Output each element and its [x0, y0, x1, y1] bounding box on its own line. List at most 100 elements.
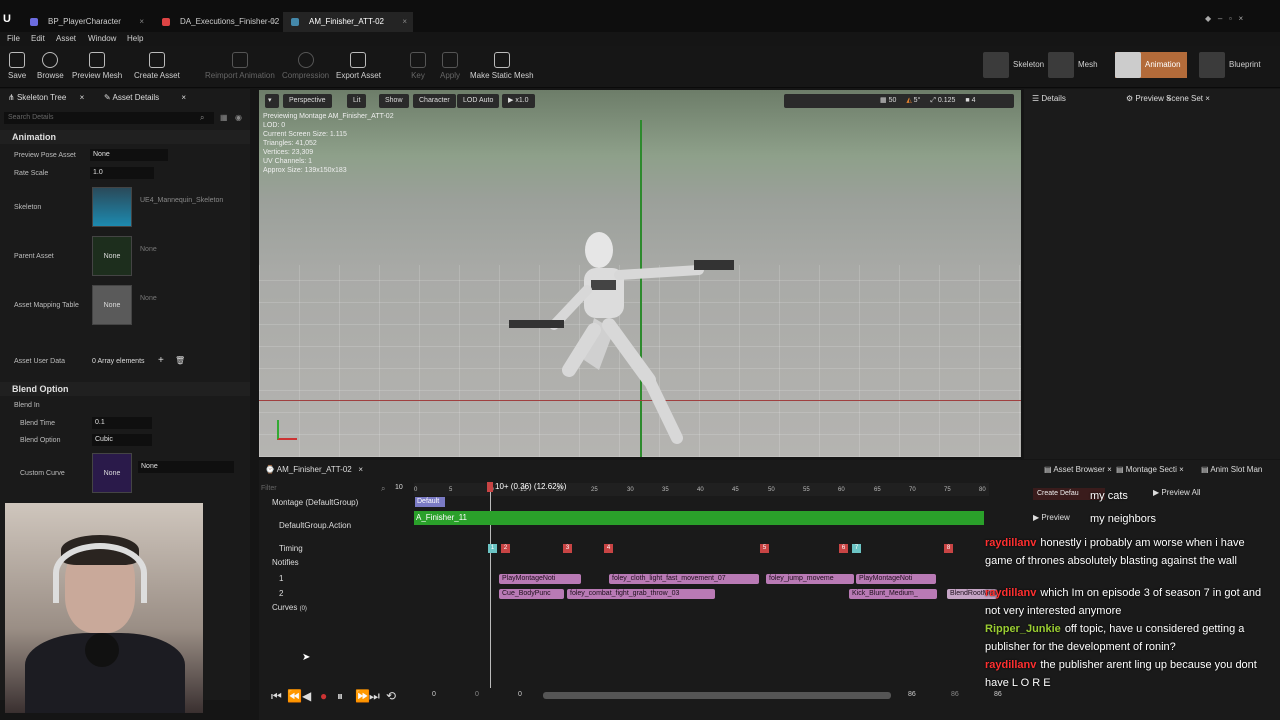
tab-asset-details[interactable]: ✎ Asset Details × [104, 93, 186, 102]
menu-edit[interactable]: Edit [31, 34, 45, 43]
mapping-table-thumbnail[interactable]: None [92, 285, 132, 325]
close-icon[interactable]: × [139, 12, 144, 32]
scale-snap-icon[interactable]: ⤢ [930, 97, 936, 104]
make-static-mesh-button[interactable]: Make Static Mesh [470, 52, 534, 80]
play-reverse-icon[interactable]: ◀ [302, 689, 311, 703]
tab-bp-player-character[interactable]: BP_PlayerCharacter × [22, 12, 150, 32]
view-end-value-2[interactable]: 86 [951, 691, 959, 698]
tab-montage-sections[interactable]: ▤ Montage Secti × [1116, 465, 1184, 474]
lod-button[interactable]: LOD Auto [457, 94, 500, 108]
grid-icon[interactable]: ▦ [880, 97, 887, 104]
camera-speed-value[interactable]: 4 [972, 97, 976, 104]
step-back-icon[interactable]: ⏪ [287, 689, 302, 703]
rotation-snap-icon[interactable]: ◭ [906, 97, 911, 104]
skeleton-asset-name[interactable]: UE4_Mannequin_Skeleton [140, 197, 223, 204]
track-montage-group[interactable]: Montage (DefaultGroup) [272, 498, 358, 507]
track-timing[interactable]: Timing [279, 544, 303, 553]
track-slot-action[interactable]: DefaultGroup.Action [279, 521, 351, 530]
notify-foley-combat[interactable]: foley_combat_fight_grab_throw_03 [567, 589, 715, 599]
pause-icon[interactable]: ⏸ [337, 689, 343, 704]
rotation-snap-value[interactable]: 5° [914, 97, 921, 104]
slot-segment-bar[interactable]: A_Finisher_11 [414, 511, 984, 525]
close-icon[interactable]: × [402, 12, 407, 32]
apply-button[interactable]: Apply [440, 52, 460, 80]
show-button[interactable]: Show [379, 94, 409, 108]
camera-speed-icon[interactable]: ■ [965, 97, 969, 104]
timing-marker[interactable]: 4 [604, 544, 613, 553]
mode-blueprint[interactable]: Blueprint [1199, 52, 1261, 78]
tab-montage[interactable]: ⌚ AM_Finisher_ATT-02 × [265, 465, 363, 474]
compression-button[interactable]: Compression [282, 52, 329, 80]
timing-marker[interactable]: 3 [563, 544, 572, 553]
save-button[interactable]: Save [8, 52, 26, 80]
window-controls[interactable]: ◆ – ▫ × [1205, 14, 1243, 23]
perspective-button[interactable]: Perspective [283, 94, 332, 108]
parent-asset-value[interactable]: None [140, 246, 157, 253]
unreal-logo-icon[interactable]: U [3, 13, 15, 25]
tab-da-executions[interactable]: DA_Executions_Finisher-02 × [154, 12, 282, 32]
tab-skeleton-tree[interactable]: ⋔ Skeleton Tree × [8, 93, 84, 102]
notify-cue-bodypunch[interactable]: Cue_BodyPunc [499, 589, 564, 599]
tab-anim-slot-manager[interactable]: ▤ Anim Slot Man [1201, 465, 1262, 474]
character-button[interactable]: Character [413, 94, 456, 108]
timing-marker[interactable]: 2 [501, 544, 510, 553]
close-icon[interactable]: × [271, 12, 276, 32]
notify-foley-jump[interactable]: foley_jump_moveme [766, 574, 854, 584]
skeleton-thumbnail[interactable] [92, 187, 132, 227]
notify-kick-blunt[interactable]: Kick_Blunt_Medium_ [849, 589, 937, 599]
menu-window[interactable]: Window [88, 34, 116, 43]
filter-input[interactable]: Filter [261, 484, 389, 494]
mode-mesh[interactable]: Mesh [1048, 52, 1098, 78]
track-notify-1[interactable]: 1 [279, 574, 283, 583]
scale-snap-value[interactable]: 0.125 [938, 97, 956, 104]
preview-mesh-button[interactable]: Preview Mesh [72, 52, 122, 80]
skip-to-start-icon[interactable]: ⏮ [271, 689, 282, 704]
loop-icon[interactable]: ⟲ [386, 689, 396, 703]
search-details-input[interactable]: Search Details [4, 112, 214, 124]
section-blend-option[interactable]: Blend Option [0, 382, 250, 396]
parent-asset-thumbnail[interactable]: None [92, 236, 132, 276]
view-end-value[interactable]: 86 [908, 691, 916, 698]
frame-field[interactable]: 10 [395, 484, 403, 491]
timing-marker[interactable]: 1 [488, 544, 497, 553]
timing-marker[interactable]: 7 [852, 544, 861, 553]
view-start-value-2[interactable]: 0 [518, 691, 522, 698]
view-options-icon[interactable]: ▦ [220, 113, 228, 122]
range-end-value[interactable]: 86 [994, 691, 1002, 698]
menu-help[interactable]: Help [127, 34, 143, 43]
tab-preview-scene-settings[interactable]: ⚙ Preview Scene Set × [1126, 94, 1210, 103]
playback-speed-button[interactable]: ▶ x1.0 [502, 94, 535, 108]
eye-icon[interactable]: ◉ [235, 113, 242, 122]
step-forward-icon[interactable]: ⏩ [355, 689, 370, 703]
viewport-menu-button[interactable]: ▾ [265, 94, 279, 108]
blend-in-label[interactable]: Blend In [14, 402, 40, 409]
notify-foley-cloth[interactable]: foley_cloth_light_fast_movement_07 [609, 574, 759, 584]
playhead-marker[interactable] [487, 482, 493, 492]
add-icon[interactable]: + [158, 355, 164, 366]
track-curves[interactable]: Curves (0) [272, 603, 307, 612]
preview-button[interactable]: ▶ Preview [1033, 513, 1070, 522]
lit-button[interactable]: Lit [347, 94, 367, 108]
notify-play-montage[interactable]: PlayMontageNoti [499, 574, 581, 584]
trash-icon[interactable]: 🗑 [175, 356, 185, 365]
export-asset-button[interactable]: Export Asset [336, 52, 381, 80]
skip-to-end-icon[interactable]: ⏭ [369, 689, 380, 704]
tab-am-finisher[interactable]: AM_Finisher_ATT-02 × [283, 12, 413, 32]
view-start-value[interactable]: 0 [475, 691, 479, 698]
reimport-animation-button[interactable]: Reimport Animation [205, 52, 275, 80]
blend-option-dropdown[interactable]: Cubic [92, 434, 152, 446]
range-start-value[interactable]: 0 [432, 691, 436, 698]
browse-button[interactable]: Browse [37, 52, 64, 80]
record-icon[interactable]: ● [320, 689, 327, 703]
track-notify-2[interactable]: 2 [279, 589, 283, 598]
timing-marker[interactable]: 8 [944, 544, 953, 553]
timing-marker[interactable]: 5 [760, 544, 769, 553]
preview-viewport[interactable]: ▾ Perspective Lit Show Character LOD Aut… [259, 90, 1021, 457]
notify-play-montage-2[interactable]: PlayMontageNoti [856, 574, 936, 584]
mapping-table-value[interactable]: None [140, 295, 157, 302]
custom-curve-dropdown[interactable]: None [138, 461, 234, 473]
track-notifies[interactable]: Notifies [272, 558, 299, 567]
section-default[interactable]: Default [415, 497, 445, 507]
mode-skeleton[interactable]: Skeleton [983, 52, 1044, 78]
key-button[interactable]: Key [410, 52, 426, 80]
